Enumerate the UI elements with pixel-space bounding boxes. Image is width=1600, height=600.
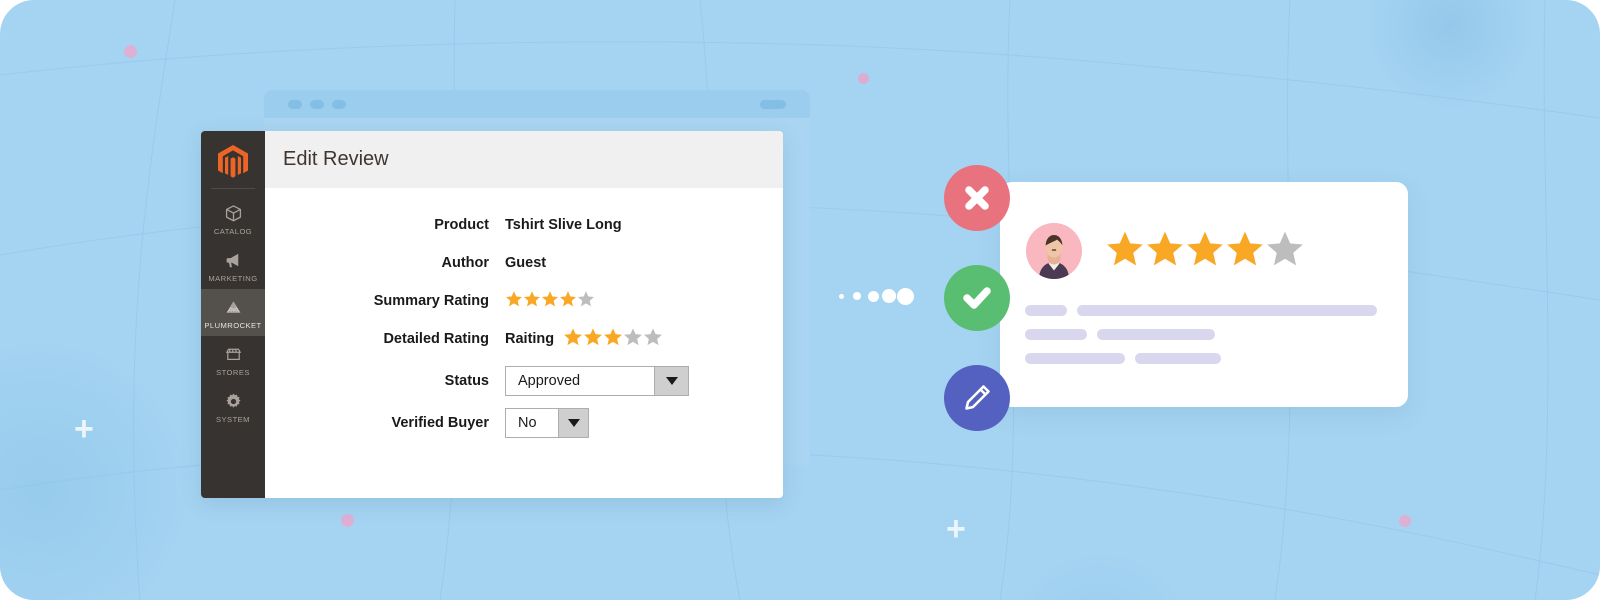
star-filled <box>523 290 541 312</box>
progress-dot <box>853 292 861 300</box>
pink-dot <box>124 45 137 58</box>
review-text-placeholder <box>1000 279 1408 364</box>
product-value: Tshirt Slive Long <box>505 216 622 233</box>
sidebar-item-system[interactable]: SYSTEM <box>201 383 265 430</box>
admin-sidebar: CATALOG MARKETING PLUMROCKET STORES SYST… <box>201 131 265 498</box>
browser-titlebar <box>264 90 810 118</box>
placeholder-line-row <box>1025 305 1408 316</box>
sidebar-item-label: MARKETING <box>208 274 258 283</box>
gear-icon <box>222 390 244 412</box>
poster-canvas: + + CATALOG MARKETING PLUMROCKET STORES … <box>0 0 1600 600</box>
review-card-header <box>1000 182 1408 279</box>
form-row-summary-rating: Summary Rating <box>265 286 783 315</box>
sidebar-item-stores[interactable]: STORES <box>201 336 265 383</box>
star-filled <box>603 327 623 351</box>
pink-dot <box>858 73 869 84</box>
admin-content: Edit Review Product Tshirt Slive Long Au… <box>265 131 783 498</box>
sidebar-item-marketing[interactable]: MARKETING <box>201 242 265 289</box>
plus-mark-icon: + <box>946 510 966 548</box>
sidebar-item-plumrocket[interactable]: PLUMROCKET <box>201 289 265 336</box>
close-icon <box>965 186 989 210</box>
star-filled <box>1185 229 1225 274</box>
chevron-down-icon[interactable] <box>558 409 588 437</box>
status-select[interactable]: Approved <box>505 366 689 396</box>
star-filled <box>541 290 559 312</box>
edit-button[interactable] <box>944 365 1010 431</box>
page-title: Edit Review <box>283 148 389 170</box>
chevron-down-icon[interactable] <box>654 367 688 395</box>
field-label: Product <box>434 216 489 233</box>
magento-admin-panel: CATALOG MARKETING PLUMROCKET STORES SYST… <box>201 131 783 498</box>
star-empty <box>1265 229 1305 274</box>
progress-dot <box>882 289 896 303</box>
pencil-icon <box>965 385 990 410</box>
placeholder-bar <box>1077 305 1377 316</box>
window-right-pill <box>760 99 786 109</box>
placeholder-bar <box>1135 353 1221 364</box>
magento-logo <box>218 145 248 178</box>
star-filled <box>559 290 577 312</box>
detailed-rating-stars[interactable] <box>563 327 663 351</box>
star-filled <box>583 327 603 351</box>
form-row-detailed-rating: Detailed Rating Raiting <box>265 324 783 353</box>
review-preview-card <box>1000 182 1408 407</box>
star-filled <box>505 290 523 312</box>
star-empty <box>643 327 663 351</box>
sidebar-item-label: CATALOG <box>213 227 253 236</box>
status-select-value: Approved <box>518 373 581 389</box>
form-row-author: Author Guest <box>265 248 783 277</box>
progress-dot <box>867 290 879 302</box>
star-empty <box>623 327 643 351</box>
edit-review-form: Product Tshirt Slive Long Author Guest S… <box>265 188 783 498</box>
star-filled <box>563 327 583 351</box>
summary-rating-stars[interactable] <box>505 290 595 312</box>
progress-dot <box>896 287 914 305</box>
placeholder-line-row <box>1025 353 1408 364</box>
check-icon <box>963 287 991 309</box>
placeholder-line-row <box>1025 329 1408 340</box>
pink-dot <box>1399 515 1411 527</box>
sidebar-item-catalog[interactable]: CATALOG <box>201 195 265 242</box>
plumrocket-icon <box>222 296 244 318</box>
window-control-dots <box>288 99 346 109</box>
panel-header: Edit Review <box>265 131 783 188</box>
field-label: Summary Rating <box>373 292 489 309</box>
form-row-product: Product Tshirt Slive Long <box>265 210 783 239</box>
plus-mark-icon: + <box>74 410 94 448</box>
sidebar-item-label: SYSTEM <box>216 415 250 424</box>
star-filled <box>1225 229 1265 274</box>
placeholder-bar <box>1025 329 1087 340</box>
sidebar-item-label: STORES <box>216 368 250 377</box>
reject-button[interactable] <box>944 165 1010 231</box>
review-card-stars <box>1105 229 1305 274</box>
star-empty <box>577 290 595 312</box>
verified-buyer-select-value: No <box>518 415 537 431</box>
form-row-status: Status Approved <box>265 366 783 396</box>
approve-button[interactable] <box>944 265 1010 331</box>
verified-buyer-select[interactable]: No <box>505 408 589 438</box>
field-label: Detailed Rating <box>383 330 489 347</box>
field-label: Author <box>441 254 489 271</box>
placeholder-bar <box>1025 353 1125 364</box>
placeholder-bar <box>1025 305 1067 316</box>
catalog-box-icon <box>222 202 244 224</box>
form-row-verified-buyer: Verified Buyer No <box>265 408 783 438</box>
megaphone-icon <box>222 249 244 271</box>
pink-dot <box>341 514 354 527</box>
star-filled <box>1145 229 1185 274</box>
field-label: Verified Buyer <box>391 415 489 431</box>
avatar <box>1026 223 1082 279</box>
storefront-icon <box>222 343 244 365</box>
placeholder-bar <box>1097 329 1215 340</box>
detailed-rating-name: Raiting <box>505 330 555 347</box>
star-filled <box>1105 229 1145 274</box>
sidebar-item-label: PLUMROCKET <box>204 321 262 330</box>
progress-dot <box>838 293 844 299</box>
sidebar-divider <box>211 188 255 189</box>
author-value: Guest <box>505 254 547 271</box>
field-label: Status <box>444 373 489 389</box>
